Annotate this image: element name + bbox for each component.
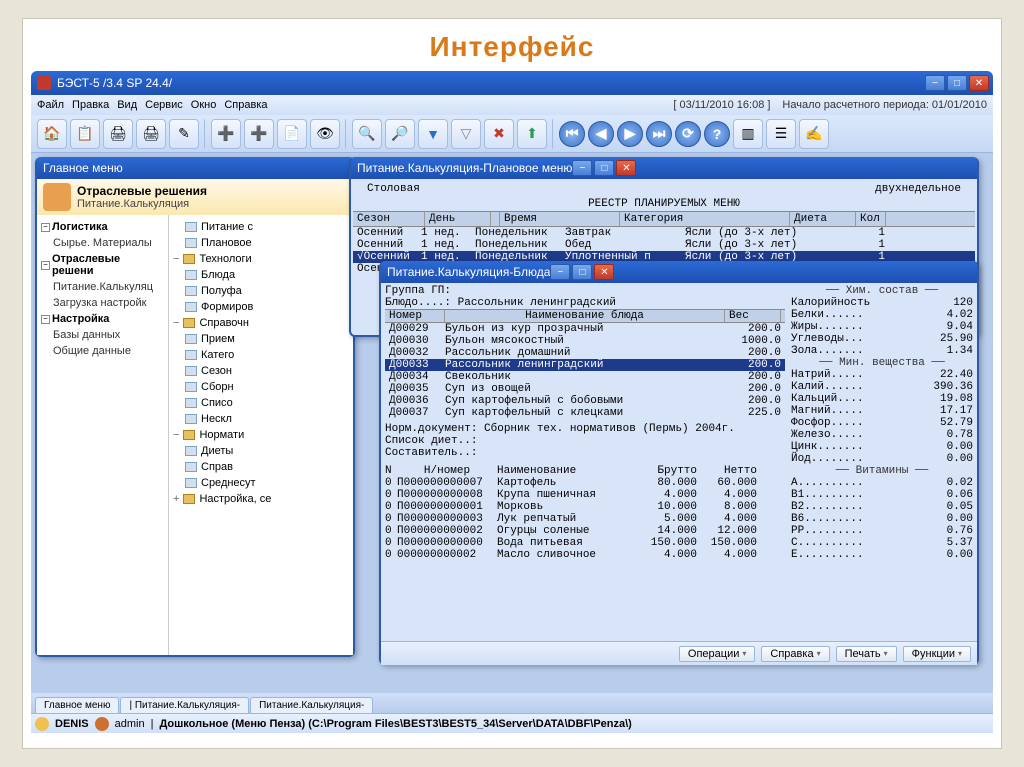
print-button[interactable]: Печать — [836, 646, 897, 662]
menu-file[interactable]: Файл — [37, 99, 64, 111]
tab-plan[interactable]: | Питание.Калькуляция- — [120, 697, 249, 713]
ingredient-table[interactable]: 0П000000000007Картофель80.00060.0000П000… — [385, 477, 785, 561]
tb-list-icon[interactable]: ☰ — [766, 119, 796, 149]
close-button[interactable]: ✕ — [594, 264, 614, 280]
tb-sign-icon[interactable]: ✍ — [799, 119, 829, 149]
operations-button[interactable]: Операции — [679, 646, 755, 662]
mm-header: Отраслевые решения Питание.Калькуляция — [37, 179, 353, 215]
mm-subsection: Питание.Калькуляция — [77, 198, 189, 210]
tb-view-icon[interactable]: 👁 — [310, 119, 340, 149]
tb-export-icon[interactable]: ⬆ — [517, 119, 547, 149]
tb-filter-clear-icon[interactable]: ▽ — [451, 119, 481, 149]
tb-delete-icon[interactable]: ✖ — [484, 119, 514, 149]
ingredient-columns: NН/номерНаименованиеБруттоНетто — [385, 465, 785, 477]
tb-printer-icon[interactable]: 🖨 — [136, 119, 166, 149]
dish-group: Группа ГП: — [385, 285, 785, 297]
minimize-button[interactable]: − — [572, 160, 592, 176]
diet-list: Список диет..: — [385, 435, 785, 447]
tab-dish[interactable]: Питание.Калькуляция- — [250, 697, 373, 713]
datetime: [ 03/11/2010 16:08 ] — [673, 99, 770, 111]
plan-columns: СезонДеньВремяКатегорияДиетаКол — [353, 211, 975, 227]
minimize-button[interactable]: − — [925, 75, 945, 91]
menu-view[interactable]: Вид — [117, 99, 137, 111]
slide-title: Интерфейс — [31, 31, 993, 63]
dish-table[interactable]: Д00029Бульон из кур прозрачный200.0Д0003… — [385, 323, 785, 419]
plan-left-label: Столовая — [367, 183, 875, 195]
close-button[interactable]: ✕ — [616, 160, 636, 176]
dish-titlebar: Питание.Калькуляция-Блюда − □ ✕ — [381, 261, 977, 283]
tb-report-icon[interactable]: 📄 — [277, 119, 307, 149]
app-title: БЭСТ-5 /3.4 SP 24.4/ — [57, 76, 172, 90]
plan-right-label: двухнедельное — [875, 183, 961, 195]
dish-name: Блюдо....: Рассольник ленинградский — [385, 297, 785, 309]
workspace: Главное меню Отраслевые решения Питание.… — [31, 153, 993, 693]
tb-add-icon[interactable]: ➕ — [211, 119, 241, 149]
main-menu-window: Главное меню Отраслевые решения Питание.… — [35, 157, 355, 657]
plan-header: РЕЕСТР ПЛАНИРУЕМЫХ МЕНЮ — [353, 197, 975, 211]
plan-title: Питание.Калькуляция-Плановое меню — [357, 161, 572, 175]
tb-copy-icon[interactable]: 📋 — [70, 119, 100, 149]
tab-main-menu[interactable]: Главное меню — [35, 697, 119, 713]
tb-add2-icon[interactable]: ➕ — [244, 119, 274, 149]
plan-titlebar: Питание.Калькуляция-Плановое меню − □ ✕ — [351, 157, 977, 179]
tb-help-icon[interactable]: ? — [704, 121, 730, 147]
document-tabs: Главное меню | Питание.Калькуляция- Пита… — [31, 693, 993, 713]
period: Начало расчетного периода: 01/01/2010 — [782, 99, 987, 111]
tb-first-icon[interactable]: ⏮ — [559, 121, 585, 147]
status-user: DENIS — [55, 718, 89, 730]
functions-button[interactable]: Функции — [903, 646, 971, 662]
nutrition-panel: ── Хим. состав ── Калорийность120Белки..… — [791, 285, 973, 561]
toolbar-separator — [345, 119, 347, 149]
app-icon — [37, 76, 51, 90]
tb-last-icon[interactable]: ⏭ — [646, 121, 672, 147]
toolbar-separator — [552, 119, 554, 149]
tb-print-icon[interactable]: 🖨 — [103, 119, 133, 149]
maximize-button[interactable]: □ — [947, 75, 967, 91]
maximize-button[interactable]: □ — [594, 160, 614, 176]
tb-home-icon[interactable]: 🏠 — [37, 119, 67, 149]
nav-tree[interactable]: −ЛогистикаСырье. Материалы−Отраслевые ре… — [37, 215, 169, 655]
nav-list[interactable]: Питание сПлановое−ТехнологиБлюдаПолуфаФо… — [169, 215, 353, 655]
dish-title: Питание.Калькуляция-Блюда — [387, 265, 550, 279]
toolbar: 🏠 📋 🖨 🖨 ✎ ➕ ➕ 📄 👁 🔍 🔎 ▼ ▽ ✖ ⬆ ⏮ ◀ ▶ ⏭ ⟳ … — [31, 115, 993, 153]
maximize-button[interactable]: □ — [572, 264, 592, 280]
admin-icon — [95, 717, 109, 731]
tb-edit-icon[interactable]: ✎ — [169, 119, 199, 149]
composer: Составитель..: — [385, 447, 785, 459]
user-icon — [35, 717, 49, 731]
status-db: Дошкольное (Меню Пенза) (C:\Program File… — [159, 718, 631, 730]
status-admin: admin — [115, 718, 145, 730]
norm-doc: Норм.документ: Сборник тех. нормативов (… — [385, 423, 785, 435]
menu-window[interactable]: Окно — [191, 99, 217, 111]
statusbar: DENIS admin | Дошкольное (Меню Пенза) (C… — [31, 713, 993, 733]
main-menu-titlebar: Главное меню — [37, 157, 353, 179]
toolbar-separator — [204, 119, 206, 149]
minimize-button[interactable]: − — [550, 264, 570, 280]
tb-find-icon[interactable]: 🔍 — [352, 119, 382, 149]
tb-window-icon[interactable]: ▥ — [733, 119, 763, 149]
close-button[interactable]: ✕ — [969, 75, 989, 91]
dish-window: Питание.Калькуляция-Блюда − □ ✕ Группа Г… — [379, 261, 979, 665]
branch-icon — [43, 183, 71, 211]
mm-section: Отраслевые решения — [77, 184, 207, 198]
menubar: Файл Правка Вид Сервис Окно Справка [ 03… — [31, 95, 993, 115]
tb-findnext-icon[interactable]: 🔎 — [385, 119, 415, 149]
tb-next-icon[interactable]: ▶ — [617, 121, 643, 147]
menu-help[interactable]: Справка — [224, 99, 267, 111]
dish-footer: Операции Справка Печать Функции — [381, 641, 977, 665]
tb-prev-icon[interactable]: ◀ — [588, 121, 614, 147]
help-button[interactable]: Справка — [761, 646, 829, 662]
menu-edit[interactable]: Правка — [72, 99, 109, 111]
app-window: БЭСТ-5 /3.4 SP 24.4/ − □ ✕ Файл Правка В… — [31, 71, 993, 711]
dish-columns: НомерНаименование блюдаВес — [385, 309, 785, 323]
main-menu-title: Главное меню — [43, 161, 123, 175]
titlebar: БЭСТ-5 /3.4 SP 24.4/ − □ ✕ — [31, 71, 993, 95]
tb-filter-icon[interactable]: ▼ — [418, 119, 448, 149]
menu-service[interactable]: Сервис — [145, 99, 183, 111]
tb-refresh-icon[interactable]: ⟳ — [675, 121, 701, 147]
